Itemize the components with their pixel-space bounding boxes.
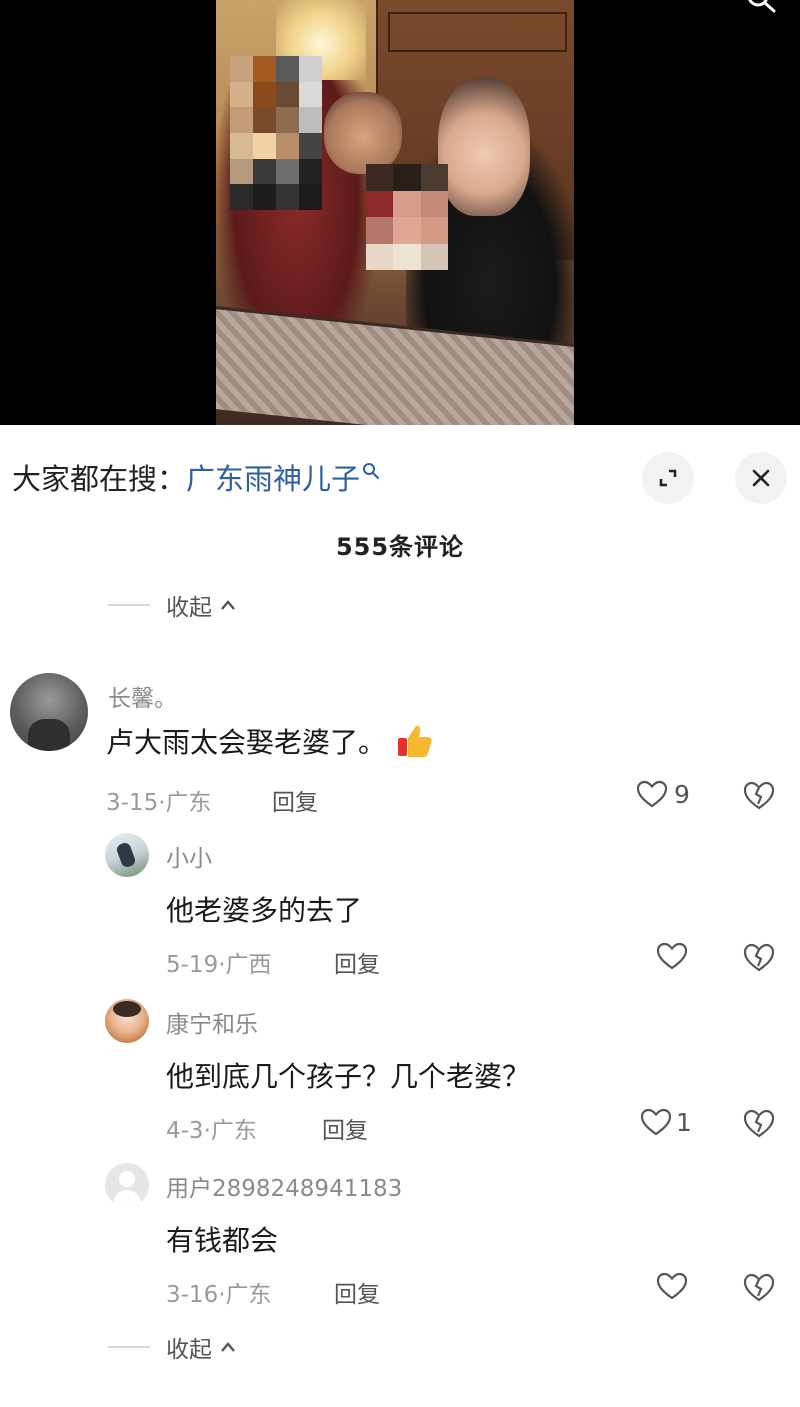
- comment-region: 广西: [225, 952, 272, 978]
- woman-face: [438, 78, 530, 216]
- pixelated-face-child-1: [230, 56, 322, 210]
- broken-heart-icon[interactable]: [742, 941, 776, 973]
- comment-author[interactable]: 长馨。: [108, 679, 177, 713]
- comment-author[interactable]: 小小: [166, 839, 212, 873]
- comment-text: 卢大雨太会娶老婆了。: [106, 721, 434, 761]
- heart-icon: [636, 780, 668, 808]
- suggestion-prefix: 大家都在搜：: [12, 462, 187, 496]
- reply-button[interactable]: 回复: [322, 1111, 368, 1145]
- search-icon: [363, 463, 380, 479]
- collapse-replies-button[interactable]: 收起: [108, 1330, 236, 1364]
- broken-heart-icon[interactable]: [742, 1271, 776, 1303]
- expand-icon: [659, 469, 677, 487]
- comment-author[interactable]: 用户2898248941183: [166, 1169, 402, 1203]
- avatar[interactable]: [105, 1163, 149, 1207]
- comment-date: 3-16: [166, 1282, 219, 1308]
- avatar[interactable]: [105, 999, 149, 1043]
- broken-heart-icon[interactable]: [742, 1107, 776, 1139]
- comment-text: 他到底几个孩子？几个老婆？: [166, 1060, 531, 1093]
- comment-region: 广东: [225, 1282, 272, 1308]
- heart-icon: [656, 942, 688, 970]
- suggestion-term[interactable]: 广东雨神儿子: [186, 456, 360, 498]
- comment-date: 5-19: [166, 952, 219, 978]
- search-suggestion[interactable]: 大家都在搜： 广东雨神儿子: [12, 455, 380, 499]
- collapse-replies-button[interactable]: 收起: [108, 588, 236, 622]
- video-frame: [216, 0, 574, 425]
- comment-count: 555条评论: [335, 533, 465, 561]
- comment-meta: 5-19·广西: [166, 952, 272, 978]
- comment-text: 他老婆多的去了: [166, 894, 363, 927]
- pixelated-face-child-2: [366, 164, 448, 270]
- like-count: 1: [676, 1107, 692, 1137]
- comment-text: 有钱都会: [166, 1224, 279, 1257]
- reply-button[interactable]: 回复: [334, 945, 380, 979]
- comment-meta: 4-3·广东: [166, 1118, 257, 1144]
- heart-icon: [656, 1272, 688, 1300]
- expand-button[interactable]: [642, 452, 694, 504]
- collapse-label: 收起: [166, 1337, 212, 1363]
- chevron-up-icon: [221, 1342, 235, 1352]
- comment-sheet: 大家都在搜： 广东雨神儿子 555条评论 收起 长馨。 卢大雨太会娶老婆了。 3…: [0, 425, 800, 1407]
- chevron-up-icon: [221, 600, 235, 610]
- heart-icon: [640, 1108, 672, 1136]
- comment-meta: 3-15·广东: [106, 790, 212, 816]
- man-face: [324, 92, 402, 174]
- video-player[interactable]: [0, 0, 800, 425]
- like-button[interactable]: 1: [640, 1107, 692, 1137]
- like-count: 9: [674, 779, 690, 809]
- comment-region: 广东: [165, 790, 212, 816]
- collapse-label: 收起: [166, 595, 212, 621]
- reply-button[interactable]: 回复: [334, 1275, 380, 1309]
- reply-button[interactable]: 回复: [272, 783, 318, 817]
- avatar[interactable]: [10, 673, 88, 751]
- broken-heart-icon[interactable]: [742, 779, 776, 811]
- close-icon: [752, 469, 770, 487]
- search-icon[interactable]: [748, 0, 778, 18]
- avatar[interactable]: [105, 833, 149, 877]
- divider-line: [108, 604, 150, 606]
- comment-meta: 3-16·广东: [166, 1282, 272, 1308]
- close-button[interactable]: [735, 452, 787, 504]
- like-button[interactable]: [656, 1271, 688, 1301]
- divider-line: [108, 1346, 150, 1348]
- comment-text-content: 卢大雨太会娶老婆了。: [106, 726, 387, 759]
- thumbs-up-icon: [398, 725, 432, 757]
- comment-author[interactable]: 康宁和乐: [166, 1005, 258, 1039]
- comment-region: 广东: [210, 1118, 257, 1144]
- comment-date: 4-3: [166, 1118, 204, 1144]
- like-button[interactable]: 9: [636, 779, 690, 809]
- comment-date: 3-15: [106, 790, 159, 816]
- like-button[interactable]: [656, 941, 688, 971]
